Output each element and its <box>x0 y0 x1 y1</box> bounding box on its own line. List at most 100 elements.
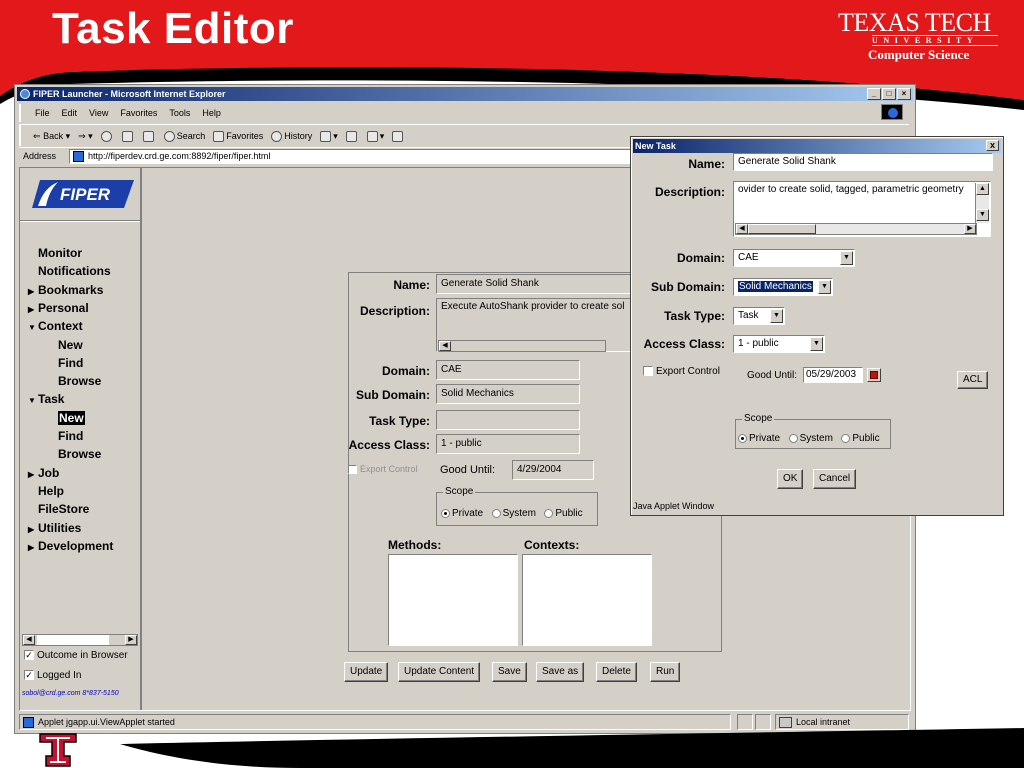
run-button[interactable]: Run <box>650 662 681 682</box>
nav-item-job[interactable]: ▶ Job <box>28 466 59 480</box>
nav-item-find[interactable]: Find <box>58 356 83 370</box>
scroll-down-icon[interactable]: ▼ <box>976 209 989 221</box>
ok-button[interactable]: OK <box>777 469 803 489</box>
scroll-right-icon[interactable]: ▶ <box>125 635 137 645</box>
close-button[interactable]: × <box>897 88 911 100</box>
chevron-down-icon[interactable]: ▼ <box>840 251 853 265</box>
nav-item-find[interactable]: Find <box>58 429 83 443</box>
nav-item-filestore[interactable]: FileStore <box>38 502 89 516</box>
maximize-button[interactable]: □ <box>882 88 896 100</box>
contexts-list[interactable] <box>522 554 652 646</box>
scope-legend: Scope <box>443 486 476 497</box>
dlg-good-until-field[interactable]: 05/29/2003 <box>803 367 863 383</box>
menu-tools[interactable]: Tools <box>169 104 190 122</box>
menu-edit[interactable]: Edit <box>62 104 78 122</box>
scope-system-radio[interactable]: System <box>491 505 540 522</box>
acl-button[interactable]: ACL <box>957 371 989 389</box>
description-hscroll[interactable]: ◀ <box>438 340 606 352</box>
cancel-button[interactable]: Cancel <box>813 469 857 489</box>
update-content-button[interactable]: Update Content <box>398 662 481 682</box>
scroll-up-icon[interactable]: ▲ <box>976 183 989 195</box>
dlg-tasktype-select[interactable]: Task ▼ <box>733 307 785 325</box>
access-field[interactable]: 1 - public <box>436 434 580 454</box>
dlg-scope-system-radio[interactable]: System <box>788 430 837 447</box>
scroll-left-icon[interactable]: ◀ <box>23 635 35 645</box>
save-button[interactable]: Save <box>492 662 527 682</box>
calendar-icon[interactable] <box>867 368 881 382</box>
dlg-domain-select[interactable]: CAE ▼ <box>733 249 855 267</box>
good-until-field[interactable]: 4/29/2004 <box>512 460 594 480</box>
methods-list[interactable] <box>388 554 518 646</box>
scroll-thumb[interactable] <box>37 635 109 645</box>
menu-bar: File Edit View Favorites Tools Help <box>19 104 221 122</box>
stop-button[interactable] <box>100 125 114 146</box>
nav-scrollbar[interactable]: ◀ ▶ <box>22 634 138 646</box>
chevron-down-icon[interactable]: ▼ <box>770 309 783 323</box>
print-button[interactable] <box>345 125 359 146</box>
back-button[interactable]: ⇐ Back ▾ <box>33 125 70 146</box>
dlg-scope-public-radio[interactable]: Public <box>841 430 883 447</box>
name-field[interactable]: Generate Solid Shank <box>436 274 636 294</box>
menu-file[interactable]: File <box>35 104 50 122</box>
dlg-description-hscroll[interactable]: ◀ ▶ <box>735 223 977 235</box>
scroll-right-icon[interactable]: ▶ <box>964 224 976 234</box>
scroll-thumb[interactable] <box>748 224 816 234</box>
nav-item-task[interactable]: ▼ Task <box>28 392 64 406</box>
dlg-name-field[interactable]: Generate Solid Shank <box>733 153 993 171</box>
minimize-button[interactable]: _ <box>867 88 881 100</box>
radio-off-icon <box>841 434 851 444</box>
address-input[interactable]: http://fiperdev.crd.ge.com:8892/fiper/fi… <box>69 149 679 164</box>
home-button[interactable] <box>142 125 156 146</box>
menu-help[interactable]: Help <box>202 104 221 122</box>
scope-private-radio[interactable]: Private <box>441 505 487 522</box>
nav-item-help[interactable]: Help <box>38 484 64 498</box>
browser-titlebar[interactable]: FIPER Launcher - Microsoft Internet Expl… <box>17 87 913 101</box>
scope-public-radio[interactable]: Public <box>544 505 586 522</box>
scroll-left-icon[interactable]: ◀ <box>439 341 451 351</box>
nav-item-context[interactable]: ▼ Context <box>28 319 83 333</box>
new-task-dialog: New Task x Name: Generate Solid Shank De… <box>630 136 1004 516</box>
favorites-button[interactable]: Favorites <box>213 125 263 146</box>
delete-button[interactable]: Delete <box>596 662 637 682</box>
edit-button[interactable]: ▾ <box>366 125 384 146</box>
domain-field[interactable]: CAE <box>436 360 580 380</box>
dialog-close-button[interactable]: x <box>986 140 999 151</box>
nav-item-new[interactable]: New <box>58 338 83 352</box>
chevron-down-icon[interactable]: ▼ <box>818 280 831 294</box>
refresh-button[interactable] <box>121 125 135 146</box>
forward-button[interactable]: ⇒ ▾ <box>78 125 93 146</box>
dialog-titlebar[interactable]: New Task x <box>633 139 1001 153</box>
nav-item-development[interactable]: ▶ Development <box>28 539 113 553</box>
nav-item-personal[interactable]: ▶ Personal <box>28 301 89 315</box>
save-as-button[interactable]: Save as <box>536 662 585 682</box>
dlg-export-control-checkbox[interactable]: Export Control <box>643 366 720 377</box>
dlg-scope-private-radio[interactable]: Private <box>738 430 784 447</box>
outcome-in-browser-checkbox[interactable]: ✓ Outcome in Browser <box>24 650 128 661</box>
nav-item-utilities[interactable]: ▶ Utilities <box>28 521 81 535</box>
nav-item-monitor[interactable]: Monitor <box>38 246 82 260</box>
dlg-access-select[interactable]: 1 - public ▼ <box>733 335 825 353</box>
menu-favorites[interactable]: Favorites <box>120 104 157 122</box>
dlg-description-vscroll[interactable]: ▲ ▼ <box>975 183 989 223</box>
nav-item-new[interactable]: New <box>58 410 85 425</box>
applet-window-footer: Java Applet Window <box>633 501 715 511</box>
nav-item-browse[interactable]: Browse <box>58 374 101 388</box>
export-control-checkbox[interactable]: Export Control <box>348 464 418 475</box>
update-button[interactable]: Update <box>344 662 389 682</box>
discuss-button[interactable] <box>392 125 405 146</box>
history-button[interactable]: History <box>271 125 312 146</box>
nav-item-notifications[interactable]: Notifications <box>38 264 111 278</box>
logged-in-checkbox[interactable]: ✓ Logged In <box>24 670 82 681</box>
chevron-down-icon[interactable]: ▼ <box>810 337 823 351</box>
search-button[interactable]: Search <box>163 125 205 146</box>
status-zone: Local intranet <box>796 717 851 727</box>
dlg-subdomain-select[interactable]: Solid Mechanics ▼ <box>733 278 833 296</box>
expand-right-icon: ▶ <box>28 524 35 534</box>
tasktype-field[interactable] <box>436 410 580 430</box>
nav-item-browse[interactable]: Browse <box>58 447 101 461</box>
scroll-left-icon[interactable]: ◀ <box>736 224 748 234</box>
menu-view[interactable]: View <box>89 104 108 122</box>
nav-item-bookmarks[interactable]: ▶ Bookmarks <box>28 283 103 297</box>
mail-button[interactable]: ▾ <box>320 125 338 146</box>
subdomain-field[interactable]: Solid Mechanics <box>436 384 580 404</box>
